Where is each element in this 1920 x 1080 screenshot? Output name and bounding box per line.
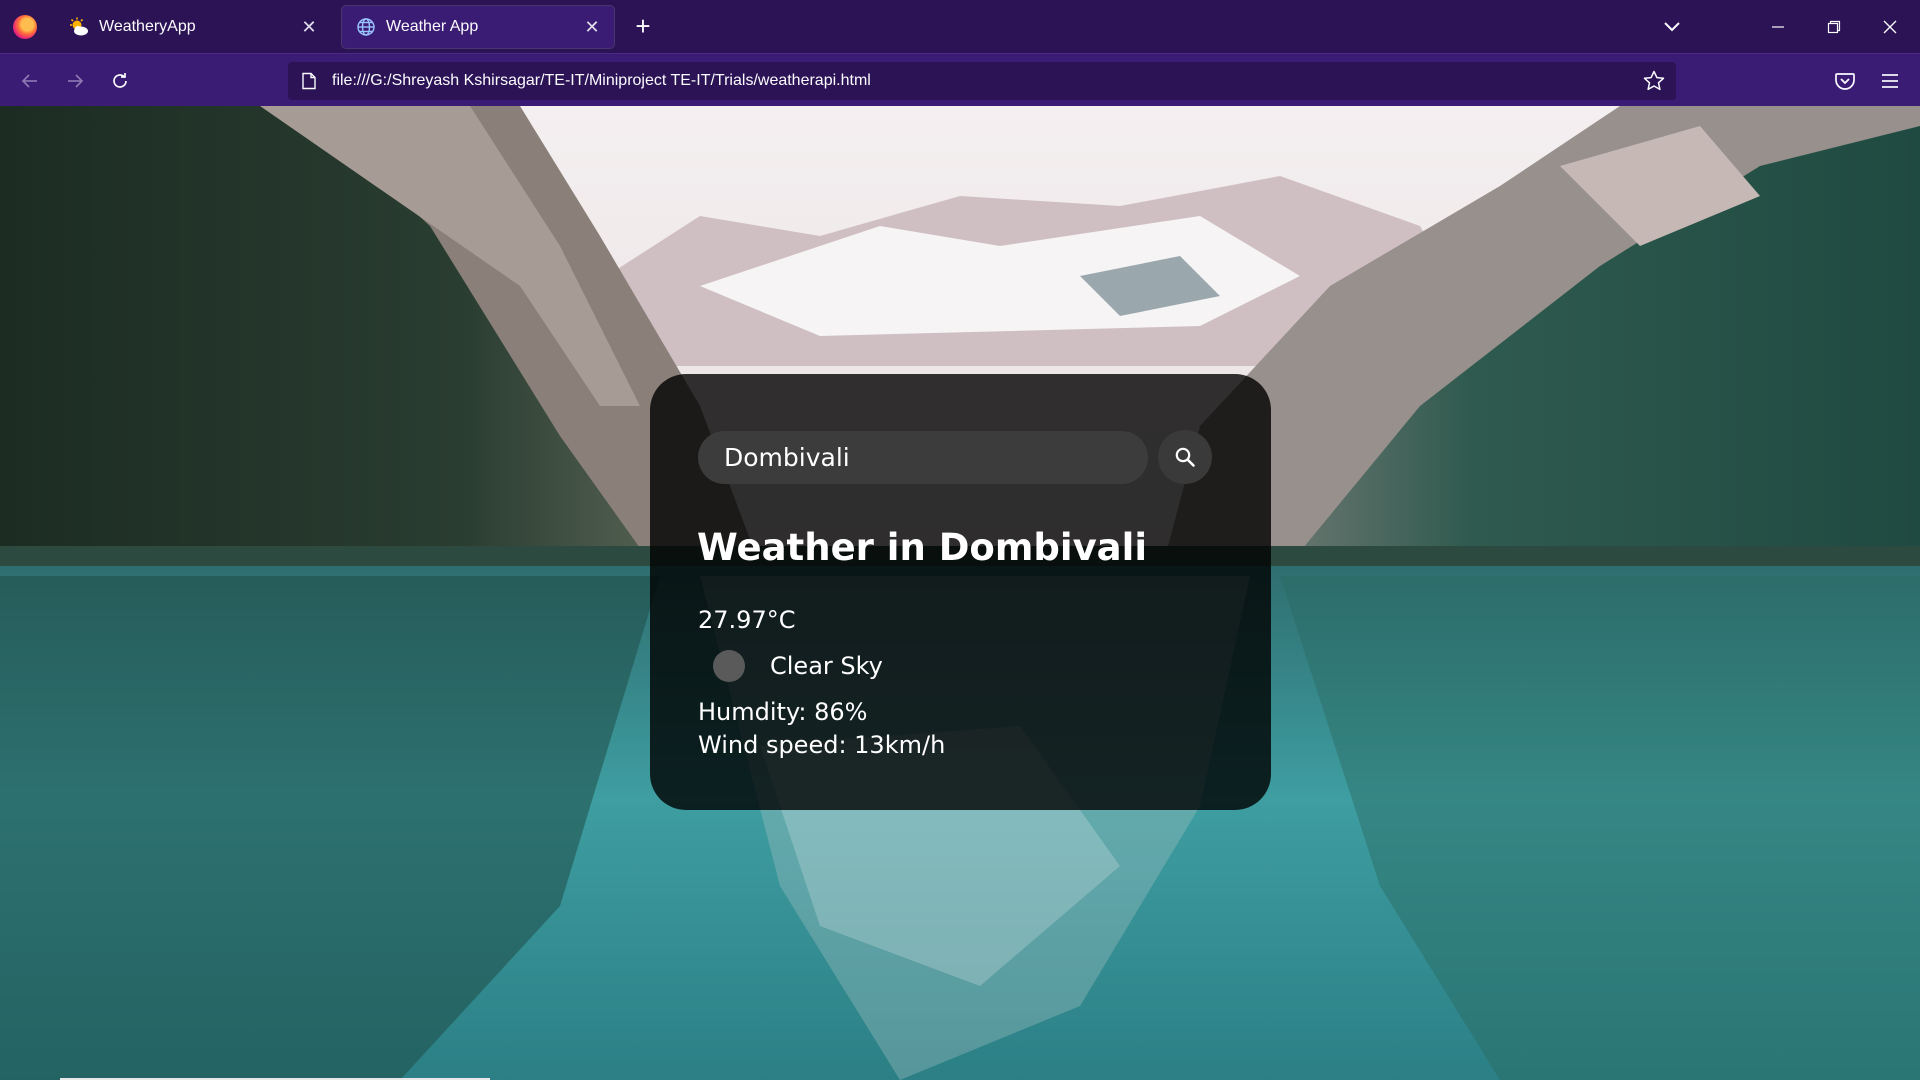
search-icon: [1175, 447, 1195, 467]
search-bar: [698, 430, 1212, 484]
restore-icon[interactable]: [1820, 13, 1848, 41]
tab-strip: WeatheryApp ✕ Weather App ✕ +: [0, 0, 1920, 53]
tab-title: WeatheryApp: [99, 18, 196, 35]
url-text[interactable]: file:///G:/Shreyash Kshirsagar/TE-IT/Min…: [332, 72, 871, 90]
weather-description: Clear Sky: [770, 652, 883, 680]
tab-weatheryapp[interactable]: WeatheryApp ✕: [55, 6, 331, 48]
tab-weather-app[interactable]: Weather App ✕: [342, 6, 614, 48]
page-icon: [302, 72, 316, 90]
navigation-toolbar: file:///G:/Shreyash Kshirsagar/TE-IT/Min…: [0, 53, 1920, 106]
chevron-down-icon[interactable]: [1660, 15, 1684, 39]
plus-icon[interactable]: +: [630, 13, 656, 40]
wind-speed-value: Wind speed: 13km/h: [698, 731, 946, 759]
humidity-value: Humdity: 86%: [698, 698, 868, 726]
minimize-icon[interactable]: [1764, 13, 1792, 41]
close-icon[interactable]: ✕: [297, 15, 321, 39]
star-icon[interactable]: [1642, 69, 1666, 93]
close-icon[interactable]: [1876, 13, 1904, 41]
firefox-logo[interactable]: [13, 15, 37, 39]
tab-title: Weather App: [386, 18, 479, 35]
weather-condition-icon: [713, 650, 745, 682]
search-input[interactable]: [698, 430, 1148, 484]
back-icon[interactable]: [17, 68, 43, 94]
page-viewport: Weather in Dombivali 27.97°C Clear Sky H…: [0, 106, 1920, 1080]
search-button[interactable]: [1158, 430, 1212, 484]
city-heading: Weather in Dombivali: [697, 526, 1148, 569]
globe-icon: [357, 18, 375, 36]
weather-card: Weather in Dombivali 27.97°C Clear Sky H…: [650, 374, 1271, 810]
temperature-value: 27.97°C: [698, 606, 796, 634]
sun-cloud-icon: [70, 17, 88, 36]
reload-icon[interactable]: [107, 68, 133, 94]
weather-description-row: Clear Sky: [713, 650, 883, 682]
pocket-icon[interactable]: [1832, 68, 1858, 94]
close-icon[interactable]: ✕: [580, 15, 604, 39]
url-bar[interactable]: file:///G:/Shreyash Kshirsagar/TE-IT/Min…: [288, 62, 1676, 100]
forward-icon[interactable]: [62, 68, 88, 94]
hamburger-menu-icon[interactable]: [1877, 68, 1903, 94]
